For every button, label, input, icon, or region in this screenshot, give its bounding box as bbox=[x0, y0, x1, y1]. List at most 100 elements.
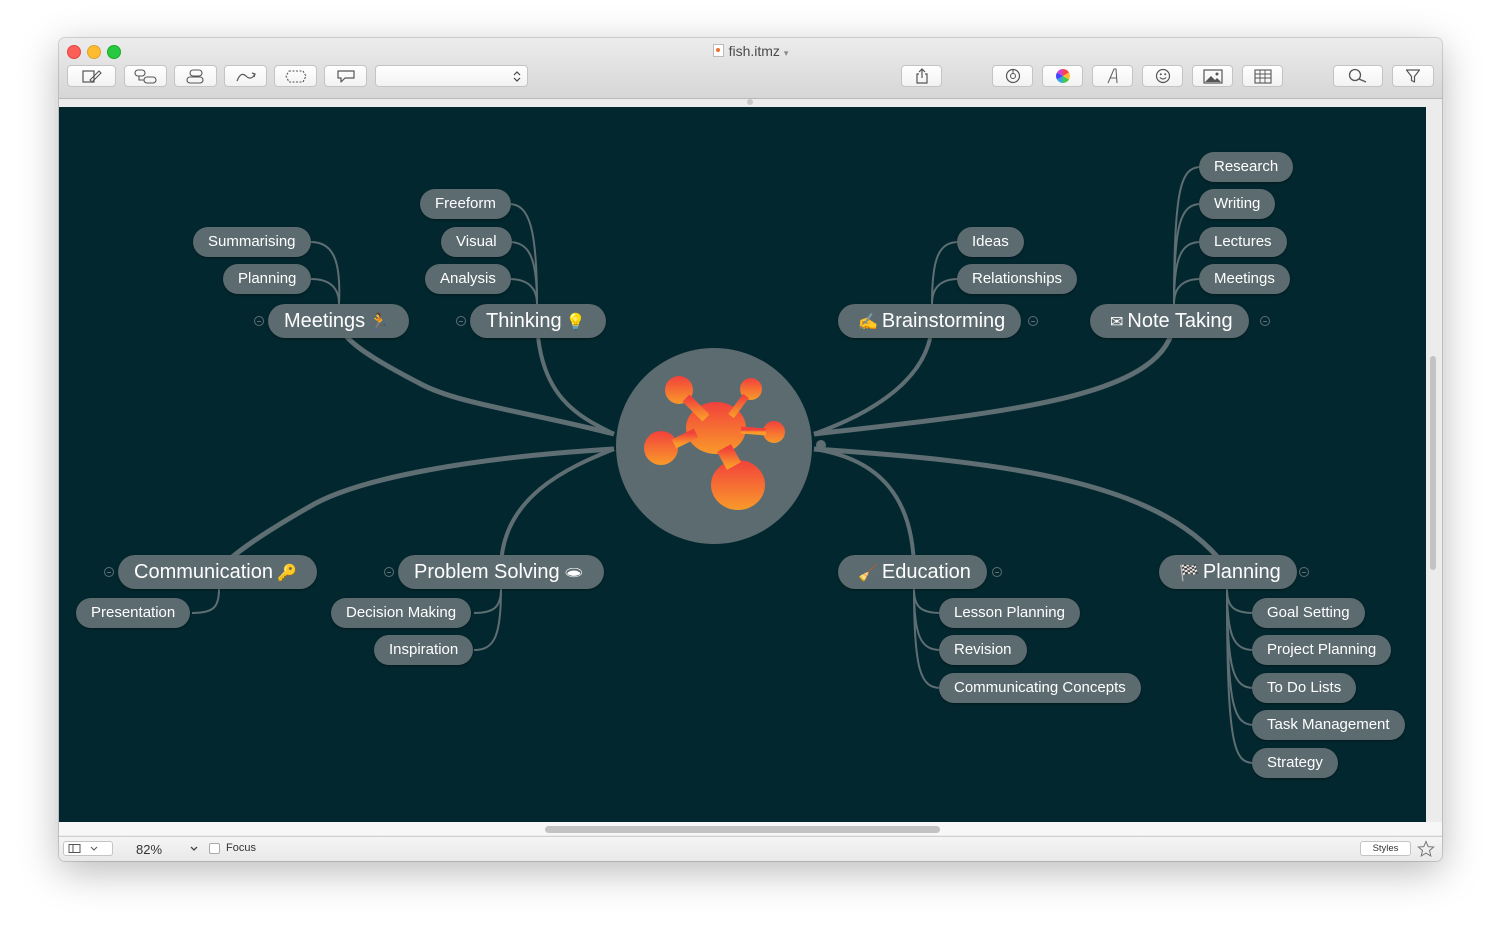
topic-planning-label: Planning bbox=[1202, 561, 1281, 583]
communication-collapse-toggle[interactable] bbox=[104, 567, 114, 577]
mind-map-canvas[interactable]: Meetings 🏃 Thinking 💡 ✍ Brainstorming ✉ Note… bbox=[59, 107, 1426, 822]
vertical-scrollbar[interactable] bbox=[1430, 356, 1436, 570]
lightbulb-icon: 💡 bbox=[565, 314, 586, 331]
chequered-flag-icon: 🏁 bbox=[1179, 565, 1199, 582]
icons-button[interactable] bbox=[1142, 65, 1183, 87]
subtopic-revision[interactable]: Revision bbox=[939, 635, 1027, 665]
note-taking-collapse-toggle[interactable] bbox=[1260, 316, 1270, 326]
subtopic-communicating-concepts[interactable]: Communicating Concepts bbox=[939, 673, 1141, 703]
chevron-down-icon bbox=[90, 846, 98, 851]
style-select[interactable] bbox=[375, 65, 528, 87]
boundary-icon bbox=[284, 69, 307, 83]
color-wheel-icon bbox=[1055, 69, 1070, 83]
topic-problem-solving[interactable]: Problem Solving 🕳 bbox=[398, 555, 604, 589]
topic-education-label: Education bbox=[881, 561, 971, 583]
zoom-level[interactable]: 82% bbox=[136, 842, 162, 857]
branch-art-button[interactable] bbox=[992, 65, 1033, 87]
subtopic-to-do-lists[interactable]: To Do Lists bbox=[1252, 673, 1357, 703]
share-button[interactable] bbox=[901, 65, 942, 87]
subtopic-note-meetings[interactable]: Meetings bbox=[1199, 264, 1290, 294]
topic-education[interactable]: 🧹 Education bbox=[838, 555, 987, 589]
meetings-collapse-toggle[interactable] bbox=[254, 316, 264, 326]
subtopic-presentation[interactable]: Presentation bbox=[76, 598, 191, 628]
document-icon bbox=[712, 44, 724, 57]
subtopic-task-management[interactable]: Task Management bbox=[1252, 710, 1405, 740]
thinking-collapse-toggle[interactable] bbox=[456, 316, 466, 326]
table-button[interactable] bbox=[1242, 65, 1283, 87]
broom-icon: 🧹 bbox=[858, 565, 878, 582]
central-collapse-toggle[interactable] bbox=[816, 440, 826, 450]
split-handle[interactable] bbox=[747, 99, 753, 105]
subtopic-inspiration[interactable]: Inspiration bbox=[374, 635, 474, 665]
filter-button[interactable] bbox=[1392, 65, 1434, 87]
horizontal-scrollbar[interactable] bbox=[545, 826, 940, 833]
palette-icon bbox=[1005, 68, 1020, 84]
document-title-text: fish.itmz bbox=[728, 43, 780, 59]
add-subtopic-button[interactable] bbox=[124, 65, 167, 87]
subtopic-visual[interactable]: Visual bbox=[441, 227, 512, 257]
sidebar-toggle-icon bbox=[68, 844, 81, 853]
colors-button[interactable] bbox=[1042, 65, 1083, 87]
fonts-button[interactable] bbox=[1092, 65, 1133, 87]
subtopic-research[interactable]: Research bbox=[1199, 152, 1294, 182]
central-topic[interactable] bbox=[616, 348, 812, 544]
subtopic-planning[interactable]: Planning bbox=[223, 264, 312, 294]
relationship-button[interactable] bbox=[224, 65, 267, 87]
subtopic-ideas[interactable]: Ideas bbox=[957, 227, 1024, 257]
subtopic-goal-setting[interactable]: Goal Setting bbox=[1252, 598, 1365, 628]
topic-thinking[interactable]: Thinking 💡 bbox=[470, 304, 606, 338]
topic-note-taking-label: Note Taking bbox=[1127, 310, 1233, 332]
document-title[interactable]: fish.itmz ▾ bbox=[59, 43, 1442, 59]
table-icon bbox=[1253, 68, 1272, 84]
subtopic-project-planning[interactable]: Project Planning bbox=[1252, 635, 1392, 665]
title-bar: fish.itmz ▾ bbox=[59, 38, 1442, 99]
topic-communication-label: Communication bbox=[134, 561, 273, 583]
star-icon[interactable] bbox=[1417, 840, 1435, 858]
styles-button[interactable]: Styles bbox=[1360, 841, 1411, 856]
add-sibling-button[interactable] bbox=[174, 65, 217, 87]
topic-problem-solving-label: Problem Solving bbox=[414, 561, 560, 583]
topic-planning[interactable]: 🏁 Planning bbox=[1159, 555, 1297, 589]
new-topic-button[interactable] bbox=[67, 65, 116, 87]
subtopic-lectures[interactable]: Lectures bbox=[1199, 227, 1287, 257]
search-icon bbox=[1348, 68, 1367, 83]
font-icon bbox=[1106, 68, 1118, 84]
planning-collapse-toggle[interactable] bbox=[1299, 567, 1309, 577]
subtopic-decision-making[interactable]: Decision Making bbox=[331, 598, 472, 628]
callout-button[interactable] bbox=[324, 65, 367, 87]
curved-arrow-icon bbox=[235, 71, 256, 81]
topic-meetings[interactable]: Meetings 🏃 bbox=[268, 304, 410, 338]
subtopic-writing[interactable]: Writing bbox=[1199, 189, 1276, 219]
topic-brainstorming-label: Brainstorming bbox=[881, 310, 1006, 332]
envelope-icon: ✉ bbox=[1110, 314, 1124, 331]
focus-label: Focus bbox=[226, 842, 256, 854]
chevron-updown-icon bbox=[513, 70, 521, 82]
writing-hand-icon: ✍ bbox=[858, 314, 878, 331]
problem-solving-collapse-toggle[interactable] bbox=[384, 567, 394, 577]
subtopic-summarising[interactable]: Summarising bbox=[193, 227, 311, 257]
subtopic-strategy[interactable]: Strategy bbox=[1252, 748, 1338, 778]
share-icon bbox=[915, 68, 928, 84]
filter-icon bbox=[1405, 69, 1421, 83]
brainstorming-collapse-toggle[interactable] bbox=[1028, 316, 1038, 326]
topic-note-taking[interactable]: ✉ Note Taking bbox=[1090, 304, 1249, 338]
education-collapse-toggle[interactable] bbox=[992, 567, 1002, 577]
view-mode-button[interactable] bbox=[63, 841, 113, 856]
subtopic-lesson-planning[interactable]: Lesson Planning bbox=[939, 598, 1080, 628]
zoom-chevron-icon[interactable] bbox=[189, 845, 199, 853]
image-icon bbox=[1202, 68, 1223, 84]
running-people-icon: 🏃 bbox=[369, 314, 390, 331]
subtopic-freeform[interactable]: Freeform bbox=[420, 189, 511, 219]
app-window: fish.itmz ▾ Meetings 🏃 Thinking 💡 ✍ Brai… bbox=[59, 38, 1442, 861]
boundary-button[interactable] bbox=[274, 65, 317, 87]
smiley-icon bbox=[1155, 68, 1170, 84]
subtopic-relationships[interactable]: Relationships bbox=[957, 264, 1078, 294]
sibling-topic-icon bbox=[185, 68, 204, 84]
topic-meetings-label: Meetings bbox=[284, 310, 366, 332]
topic-brainstorming[interactable]: ✍ Brainstorming bbox=[838, 304, 1022, 338]
images-button[interactable] bbox=[1192, 65, 1233, 87]
topic-communication[interactable]: Communication 🔑 bbox=[118, 555, 317, 589]
search-button[interactable] bbox=[1333, 65, 1383, 87]
focus-checkbox[interactable] bbox=[209, 843, 220, 854]
subtopic-analysis[interactable]: Analysis bbox=[425, 264, 511, 294]
